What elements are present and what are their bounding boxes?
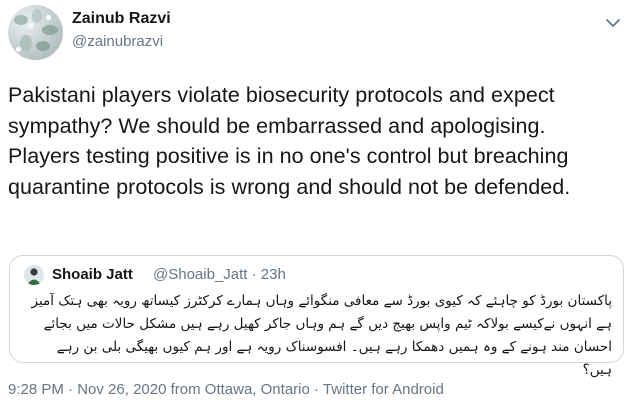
chevron-down-icon[interactable] <box>602 12 624 34</box>
quoted-tweet[interactable]: Shoaib Jatt @Shoaib_Jatt · 23h پاکستان ب… <box>9 255 624 378</box>
tweet-time[interactable]: 9:28 PM <box>8 381 64 398</box>
meta-separator: · <box>63 381 78 398</box>
author-name[interactable]: Zainub Razvi <box>72 10 171 28</box>
quoted-author-handle-time[interactable]: @Shoaib_Jatt · 23h <box>153 266 286 283</box>
tweet-card: Zainub Razvi @zainubrazvi Pakistani play… <box>0 0 640 413</box>
tweet-client[interactable]: Twitter for Android <box>323 381 444 398</box>
tweet-location: from Ottawa, Ontario <box>166 381 310 398</box>
tweet-text: Pakistani players violate biosecurity pr… <box>8 83 571 199</box>
tweet-meta: 9:28 PM · Nov 26, 2020 from Ottawa, Onta… <box>8 381 444 398</box>
author-handle[interactable]: @zainubrazvi <box>72 33 163 50</box>
author-avatar[interactable] <box>8 5 63 60</box>
tweet-date[interactable]: Nov 26, 2020 <box>77 381 166 398</box>
meta-separator: · <box>309 381 323 398</box>
quoted-author-avatar[interactable] <box>24 265 44 285</box>
quoted-tweet-text: پاکستان بورڈ کو چاہئے کہ کیوی بورڈ سے مع… <box>31 293 613 378</box>
quoted-author-name[interactable]: Shoaib Jatt <box>52 266 133 283</box>
